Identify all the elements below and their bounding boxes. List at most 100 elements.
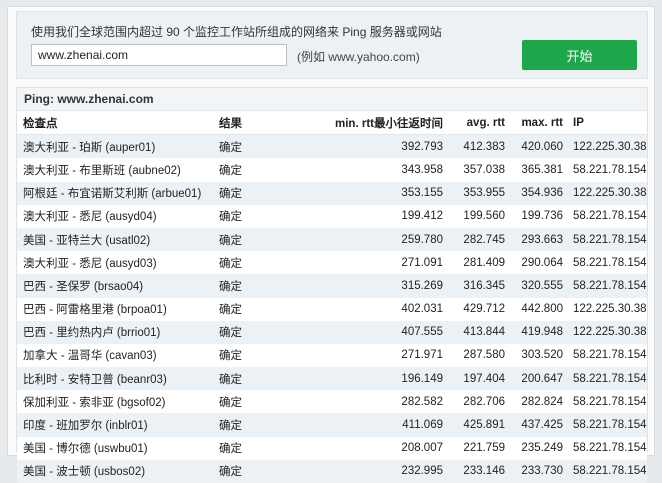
ip-cell: 58.221.78.154 <box>573 349 647 362</box>
table-row: 巴西 - 阿雷格里港 (brpoa01) 确定 402.031 429.712 … <box>17 297 647 321</box>
ip-cell: 58.221.78.154 <box>573 419 647 432</box>
max-rtt-cell: 303.520 <box>521 349 563 362</box>
start-button[interactable]: 开始 <box>522 40 637 70</box>
min-rtt-cell: 232.995 <box>401 465 443 478</box>
result-cell: 确定 <box>219 280 242 293</box>
result-cell: 确定 <box>219 211 242 224</box>
table-row: 澳大利亚 - 悉尼 (ausyd03) 确定 271.091 281.409 2… <box>17 251 647 275</box>
result-cell: 确定 <box>219 373 242 386</box>
table-row: 美国 - 波士顿 (usbos02) 确定 232.995 233.146 23… <box>17 459 647 483</box>
table-row: 澳大利亚 - 珀斯 (auper01) 确定 392.793 412.383 4… <box>17 134 647 159</box>
result-cell: 确定 <box>219 234 242 247</box>
checkpoint-cell: 巴西 - 圣保罗 (brsao04) <box>23 280 144 293</box>
ip-cell: 58.221.78.154 <box>573 233 647 246</box>
avg-rtt-cell: 287.580 <box>463 349 505 362</box>
result-cell: 确定 <box>219 350 242 363</box>
max-rtt-cell: 235.249 <box>521 442 563 455</box>
checkpoint-cell: 巴西 - 阿雷格里港 (brpoa01) <box>23 304 167 317</box>
max-rtt-cell: 293.663 <box>521 233 563 246</box>
ping-results-table: 检查点 结果 min. rtt最小往返时间 avg. rtt max. rtt … <box>17 111 647 483</box>
checkpoint-cell: 澳大利亚 - 悉尼 (ausyd04) <box>23 211 157 224</box>
min-rtt-cell: 407.555 <box>401 326 443 339</box>
checkpoint-cell: 保加利亚 - 索非亚 (bgsof02) <box>23 396 166 409</box>
avg-rtt-cell: 413.844 <box>463 326 505 339</box>
min-rtt-cell: 282.582 <box>401 395 443 408</box>
max-rtt-cell: 437.425 <box>521 419 563 432</box>
table-row: 阿根廷 - 布宜诺斯艾利斯 (arbue01) 确定 353.155 353.9… <box>17 181 647 205</box>
table-row: 保加利亚 - 索非亚 (bgsof02) 确定 282.582 282.706 … <box>17 390 647 414</box>
avg-rtt-cell: 316.345 <box>463 279 505 292</box>
result-cell: 确定 <box>219 188 242 201</box>
avg-rtt-cell: 357.038 <box>463 163 505 176</box>
max-rtt-cell: 420.060 <box>521 140 563 153</box>
result-cell: 确定 <box>219 257 242 270</box>
min-rtt-cell: 271.091 <box>401 256 443 269</box>
checkpoint-cell: 阿根廷 - 布宜诺斯艾利斯 (arbue01) <box>23 188 202 201</box>
table-row: 比利时 - 安特卫普 (beanr03) 确定 196.149 197.404 … <box>17 367 647 391</box>
checkpoint-cell: 澳大利亚 - 布里斯班 (aubne02) <box>23 164 181 177</box>
checkpoint-cell: 澳大利亚 - 珀斯 (auper01) <box>23 141 156 154</box>
min-rtt-cell: 402.031 <box>401 303 443 316</box>
ip-cell: 58.221.78.154 <box>573 442 647 455</box>
avg-rtt-cell: 221.759 <box>463 442 505 455</box>
max-rtt-cell: 233.730 <box>521 465 563 478</box>
table-row: 澳大利亚 - 布里斯班 (aubne02) 确定 343.958 357.038… <box>17 158 647 182</box>
ip-cell: 58.221.78.154 <box>573 372 647 385</box>
min-rtt-cell: 271.971 <box>401 349 443 362</box>
avg-rtt-cell: 412.383 <box>463 140 505 153</box>
min-rtt-cell: 392.793 <box>401 140 443 153</box>
table-row: 美国 - 博尔德 (uswbu01) 确定 208.007 221.759 23… <box>17 436 647 460</box>
max-rtt-cell: 442.800 <box>521 303 563 316</box>
result-cell: 确定 <box>219 420 242 433</box>
avg-rtt-cell: 353.955 <box>463 187 505 200</box>
ping-result-panel: Ping: www.zhenai.com 检查点 结果 min. rtt最小往返… <box>16 87 648 483</box>
column-header-result: 结果 <box>215 111 319 136</box>
result-cell: 确定 <box>219 443 242 456</box>
min-rtt-cell: 208.007 <box>401 442 443 455</box>
table-header-row: 检查点 结果 min. rtt最小往返时间 avg. rtt max. rtt … <box>17 111 647 136</box>
ip-cell: 58.221.78.154 <box>573 465 647 478</box>
checkpoint-cell: 美国 - 亚特兰大 (usatl02) <box>23 234 151 247</box>
table-row: 巴西 - 里约热内卢 (brrio01) 确定 407.555 413.844 … <box>17 320 647 344</box>
avg-rtt-cell: 282.706 <box>463 395 505 408</box>
min-rtt-cell: 259.780 <box>401 233 443 246</box>
max-rtt-cell: 354.936 <box>521 187 563 200</box>
column-header-min-rtt: min. rtt最小往返时间 <box>319 111 449 136</box>
table-row: 美国 - 亚特兰大 (usatl02) 确定 259.780 282.745 2… <box>17 227 647 252</box>
result-cell: 确定 <box>219 327 242 340</box>
result-title: Ping: www.zhenai.com <box>17 88 647 111</box>
ping-form-panel: 使用我们全球范围内超过 90 个监控工作站所组成的网络来 Ping 服务器或网站… <box>16 11 648 79</box>
max-rtt-cell: 365.381 <box>521 163 563 176</box>
ping-tool-frame: 使用我们全球范围内超过 90 个监控工作站所组成的网络来 Ping 服务器或网站… <box>7 6 655 483</box>
table-row: 加拿大 - 温哥华 (cavan03) 确定 271.971 287.580 3… <box>17 343 647 368</box>
max-rtt-cell: 320.555 <box>521 279 563 292</box>
column-header-ip: IP <box>569 111 647 136</box>
result-cell: 确定 <box>219 164 242 177</box>
checkpoint-cell: 印度 - 班加罗尔 (inblr01) <box>23 420 148 433</box>
ip-cell: 58.221.78.154 <box>573 163 647 176</box>
column-header-max-rtt: max. rtt <box>511 111 569 136</box>
max-rtt-cell: 290.064 <box>521 256 563 269</box>
checkpoint-cell: 巴西 - 里约热内卢 (brrio01) <box>23 327 161 340</box>
column-header-avg-rtt: avg. rtt <box>449 111 511 136</box>
example-hint: (例如 www.yahoo.com) <box>297 50 420 64</box>
form-description: 使用我们全球范围内超过 90 个监控工作站所组成的网络来 Ping 服务器或网站 <box>31 25 442 39</box>
ip-cell: 122.225.30.38 <box>573 187 647 200</box>
min-rtt-cell: 315.269 <box>401 279 443 292</box>
avg-rtt-cell: 281.409 <box>463 256 505 269</box>
ip-cell: 122.225.30.38 <box>573 326 647 339</box>
min-rtt-cell: 196.149 <box>401 372 443 385</box>
min-rtt-cell: 353.155 <box>401 187 443 200</box>
table-row: 巴西 - 圣保罗 (brsao04) 确定 315.269 316.345 32… <box>17 274 647 298</box>
avg-rtt-cell: 429.712 <box>463 303 505 316</box>
ip-cell: 58.221.78.154 <box>573 279 647 292</box>
host-input[interactable] <box>31 44 287 66</box>
max-rtt-cell: 282.824 <box>521 395 563 408</box>
checkpoint-cell: 美国 - 波士顿 (usbos02) <box>23 466 146 479</box>
ip-cell: 58.221.78.154 <box>573 395 647 408</box>
ip-cell: 122.225.30.38 <box>573 140 647 153</box>
result-cell: 确定 <box>219 466 242 479</box>
ip-cell: 58.221.78.154 <box>573 210 647 223</box>
ip-cell: 58.221.78.154 <box>573 256 647 269</box>
min-rtt-cell: 411.069 <box>402 419 443 432</box>
